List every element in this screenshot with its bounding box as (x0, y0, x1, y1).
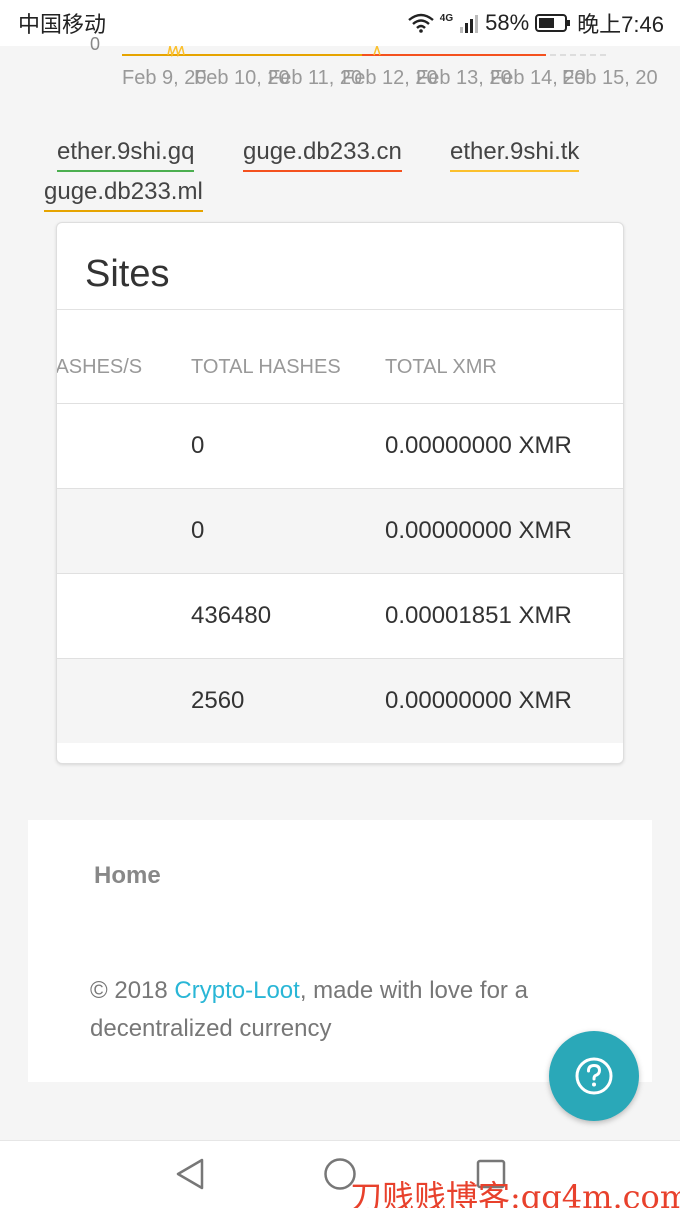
question-icon (575, 1057, 613, 1095)
table-cell: 0.00000000 XMR (385, 658, 623, 743)
table-cell: 0 (57, 658, 191, 743)
table-cell: 0.00000000 XMR (385, 488, 623, 574)
column-header-total-xmr: TOTAL XMR (385, 311, 623, 404)
table-cell: 2560 (191, 658, 385, 743)
x-axis-labels: Feb 9, 20 Feb 10, 20 Feb 11, 20 Feb 12, … (122, 67, 662, 91)
status-icons: 4G 58% 晚上7:46 (408, 7, 664, 39)
clock: 晚上7:46 (577, 12, 664, 37)
legend-item[interactable]: guge.db233.cn (243, 138, 402, 172)
column-header-total-hashes: TOTAL HASHES (191, 311, 385, 404)
battery-icon (535, 14, 571, 32)
table-cell: 0 (191, 488, 385, 574)
table-cell: 0 (57, 573, 191, 659)
legend-item[interactable]: ether.9shi.tk (450, 138, 580, 172)
sites-table-scroll[interactable]: HASHES/S TOTAL HASHES TOTAL XMR 0 0 0.00… (57, 311, 623, 763)
crypto-loot-link[interactable]: Crypto-Loot (174, 977, 299, 1004)
table-cell: 0.00001851 XMR (385, 573, 623, 659)
table-cell: 0.00000000 XMR (385, 403, 623, 489)
sites-title: Sites (85, 253, 170, 295)
table-cell: 0 (57, 403, 191, 489)
footer: Home © 2018 Crypto-Loot, made with love … (28, 820, 652, 1082)
help-button[interactable] (549, 1031, 639, 1121)
table-cell: 0 (57, 488, 191, 574)
series-spike-1 (167, 46, 185, 58)
series-spike-2 (373, 46, 381, 56)
table-row: 0 2560 0.00000000 XMR (57, 658, 623, 743)
back-triangle-icon[interactable] (174, 1157, 206, 1191)
signal-icon (460, 15, 479, 33)
table-row: 0 0 0.00000000 XMR (57, 488, 623, 574)
footer-copyright: © 2018 Crypto-Loot, made with love for a… (90, 972, 610, 1048)
legend-item[interactable]: guge.db233.ml (44, 178, 203, 212)
hash-rate-chart: 0 Feb 9, 20 Feb 10, 20 Feb 11, 20 Feb 12… (0, 34, 680, 96)
status-bar: 中国移动 4G 58% 晚上7:46 (0, 0, 680, 46)
table-row: 0 436480 0.00001851 XMR (57, 573, 623, 659)
network-type-label: 4G (439, 12, 454, 24)
card-divider (57, 309, 623, 310)
table-header-row: HASHES/S TOTAL HASHES TOTAL XMR (57, 311, 623, 404)
table-cell: 0 (191, 403, 385, 489)
copyright-prefix: © 2018 (90, 977, 175, 1004)
battery-percent: 58% (485, 10, 530, 35)
table-row: 0 0 0.00000000 XMR (57, 403, 623, 489)
footer-home-link[interactable]: Home (94, 862, 161, 890)
wifi-icon (408, 13, 434, 33)
column-header-hashes-per-second: HASHES/S (57, 311, 191, 404)
sites-table: HASHES/S TOTAL HASHES TOTAL XMR 0 0 0.00… (57, 311, 623, 743)
watermark-text: 刀贱贱博客:qq4m.com (350, 1178, 680, 1208)
sites-card: Sites HASHES/S TOTAL HASHES TOTAL XMR 0 … (56, 222, 624, 764)
table-cell: 436480 (191, 573, 385, 659)
legend-item[interactable]: ether.9shi.gq (57, 138, 195, 172)
x-tick-label: Feb 15, 20 (562, 67, 658, 89)
